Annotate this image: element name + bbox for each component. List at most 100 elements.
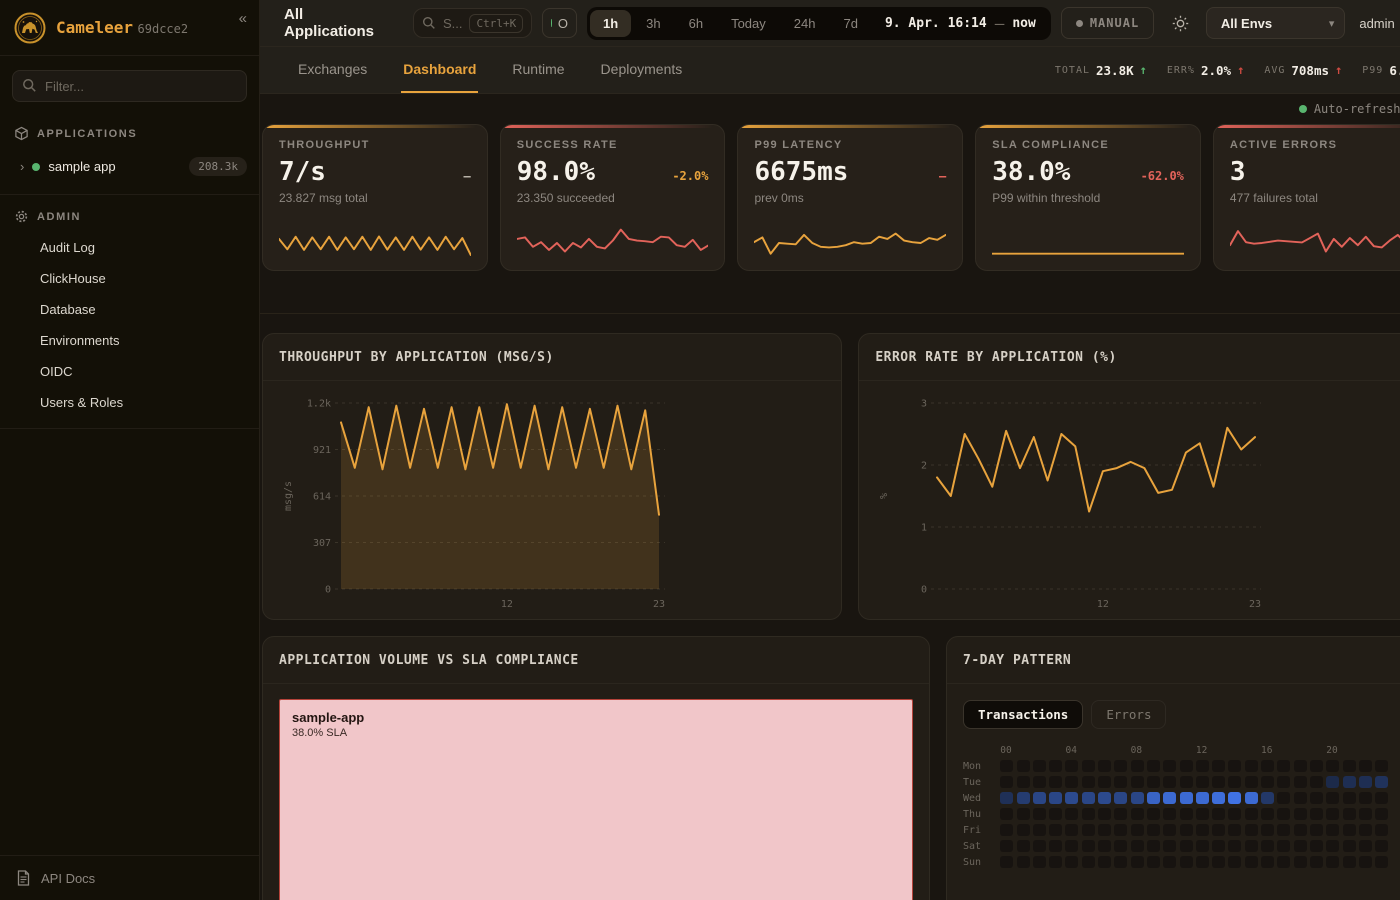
svg-text:0: 0 [325,585,331,596]
heatmap-day-label: Mon [963,760,997,772]
heatmap-cell [1212,808,1225,820]
heatmap-cell [1082,824,1095,836]
time-range-7d[interactable]: 7d [830,10,870,37]
heatmap-cell [1375,856,1388,868]
svg-text:23: 23 [653,599,665,610]
heatmap-cell [1212,760,1225,772]
kpi-card-throughput[interactable]: THROUGHPUT7/s–23.827 msg total [262,124,488,271]
heatmap-cell [1033,792,1046,804]
heatmap-cell [1310,760,1323,772]
kpi-subtext: 477 failures total [1230,191,1400,205]
kpi-accent-bar [1214,125,1400,128]
heatmap-cell [1163,792,1176,804]
pattern-toggle-transactions[interactable]: Transactions [963,700,1083,729]
heatmap-cell [1114,840,1127,852]
topbar: All Applications S... Ctrl+K O 1h3h6hTod… [260,0,1400,47]
sidebar-item-clickhouse[interactable]: ClickHouse [0,263,259,294]
svg-text:307: 307 [313,538,331,549]
stat-value: 6.7s [1389,63,1400,78]
env-select[interactable]: All Envs ▾ [1206,7,1346,39]
time-range-24h[interactable]: 24h [781,10,829,37]
sidebar-item-sample-app[interactable]: › sample app 208.3k [0,149,259,184]
heatmap-hour-label: 00 [1000,745,1062,756]
heatmap-cell [1163,776,1176,788]
sidebar-item-users-roles[interactable]: Users & Roles [0,387,259,418]
auto-refresh-label: Auto-refresh: 30s [1314,102,1400,116]
summary-stats: TOTAL23.8K↑ERR%2.0%↑AVG708ms↑P996.7s↑ [1055,63,1400,78]
heatmap-cell [1326,776,1339,788]
errorrate-panel-title: ERROR RATE BY APPLICATION (%) [875,350,1116,365]
global-search-input[interactable]: S... Ctrl+K [413,8,532,38]
admin-nav: Audit LogClickHouseDatabaseEnvironmentsO… [0,232,259,418]
treemap: sample-app 38.0% SLA [263,684,929,714]
heatmap-cell [1326,824,1339,836]
heatmap-cell [1000,792,1013,804]
heatmap-cell [1114,808,1127,820]
live-status-toggle[interactable]: O [542,8,577,38]
errorrate-panel-header: ERROR RATE BY APPLICATION (%) [859,334,1400,381]
kpi-card-p99-latency[interactable]: P99 LATENCY6675ms–prev 0ms [737,124,963,271]
heatmap-cell [1000,808,1013,820]
heatmap-cell [1245,856,1258,868]
applications-section-header: APPLICATIONS [0,112,259,149]
heatmap-cell [1098,776,1111,788]
tab-deployments[interactable]: Deployments [599,47,685,93]
username-label: admin [1359,16,1394,31]
heatmap-cell [1245,776,1258,788]
heatmap-cell [1082,840,1095,852]
heatmap-day-label: Sun [963,856,997,868]
heatmap-cell [1049,856,1062,868]
heatmap-cell [1228,792,1241,804]
heatmap-cell [1375,792,1388,804]
kpi-value: 6675ms [754,157,848,187]
sidebar-item-environments[interactable]: Environments [0,325,259,356]
sidebar-item-oidc[interactable]: OIDC [0,356,259,387]
treemap-box-sample-app[interactable]: sample-app 38.0% SLA [279,699,913,900]
svg-text:1: 1 [921,523,927,534]
kpi-card-sla-compliance[interactable]: SLA COMPLIANCE38.0%-62.0%P99 within thre… [975,124,1201,271]
heatmap-cell [1245,760,1258,772]
treemap-app-sla: 38.0% SLA [292,727,900,739]
heatmap-cell [1033,760,1046,772]
heatmap-cell [1343,792,1356,804]
chevron-right-icon[interactable]: › [20,159,24,174]
api-docs-link[interactable]: API Docs [0,855,259,900]
time-range-chips: 1h3h6hToday24h7d [590,10,871,37]
kpi-value-row: 3– [1230,157,1400,187]
sidebar-item-database[interactable]: Database [0,294,259,325]
heatmap-cell [1196,824,1209,836]
date-range-display[interactable]: 9. Apr. 16:14 – now [873,14,1048,33]
heatmap-cell [1147,808,1160,820]
sidebar-item-audit-log[interactable]: Audit Log [0,232,259,263]
heatmap-cell [1277,808,1290,820]
filter-input[interactable] [12,70,247,102]
search-shortcut-kbd: Ctrl+K [469,14,523,33]
sidebar-collapse-icon[interactable]: « [239,10,247,27]
date-separator: – [995,14,1005,33]
heatmap-day-label: Thu [963,808,997,820]
time-range-today[interactable]: Today [718,10,779,37]
pattern-toggle-errors[interactable]: Errors [1091,700,1166,729]
time-range-1h[interactable]: 1h [590,10,631,37]
heatmap-cell [1277,856,1290,868]
time-range-3h[interactable]: 3h [633,10,673,37]
tab-exchanges[interactable]: Exchanges [296,47,369,93]
manual-refresh-button[interactable]: MANUAL [1061,7,1154,39]
time-range-6h[interactable]: 6h [676,10,716,37]
heatmap-cell [1147,792,1160,804]
stat-total: TOTAL23.8K↑ [1055,63,1147,78]
tab-runtime[interactable]: Runtime [510,47,566,93]
heatmap-cell [1359,808,1372,820]
heatmap-cell [1180,856,1193,868]
theme-toggle-button[interactable] [1164,7,1196,39]
tab-dashboard[interactable]: Dashboard [401,47,478,93]
heatmap-cell [1228,808,1241,820]
kpi-sparkline [279,222,471,260]
heatmap-cell [1082,792,1095,804]
sidebar: Cameleer 69dcce2 « APPLICATIONS › sample… [0,0,260,900]
build-version: 69dcce2 [138,22,189,36]
kpi-card-success-rate[interactable]: SUCCESS RATE98.0%-2.0%23.350 succeeded [500,124,726,271]
heatmap-hour-label: 12 [1196,745,1258,756]
heatmap-cell [1098,760,1111,772]
kpi-card-active-errors[interactable]: ACTIVE ERRORS3–477 failures total [1213,124,1400,271]
